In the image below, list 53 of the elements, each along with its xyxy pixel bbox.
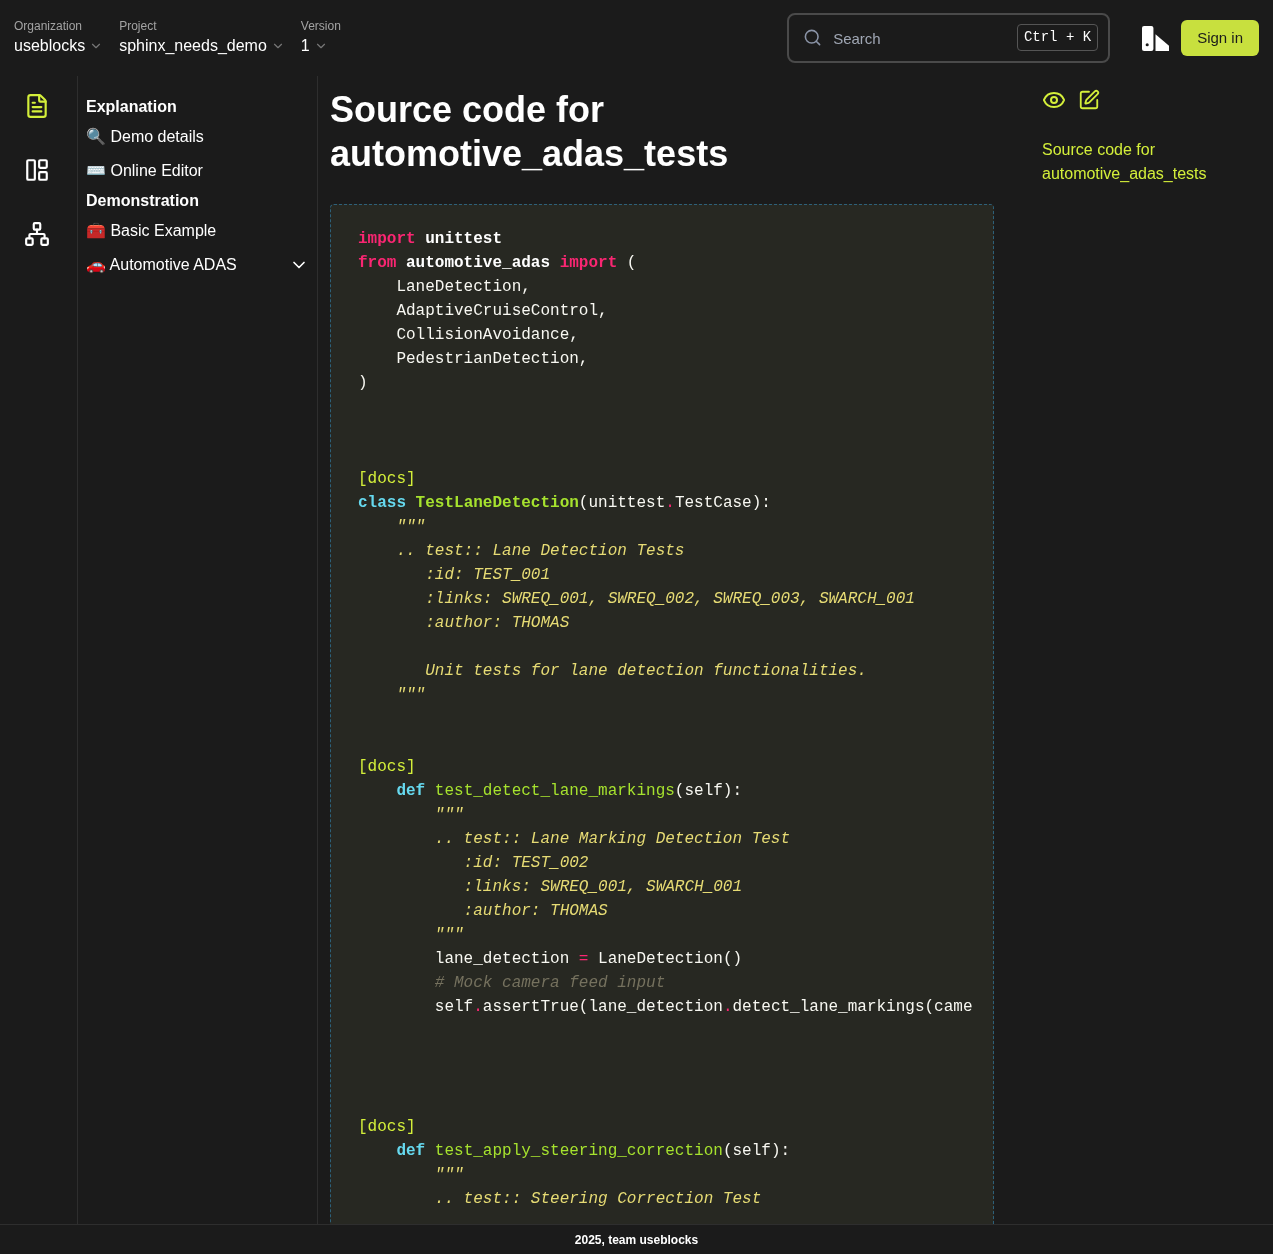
code-line: class TestLaneDetection(unittest.TestCase): (358, 494, 771, 512)
selector-dropdown[interactable]: sphinx_needs_demo (119, 34, 285, 58)
code-line: Unit tests for lane detection functionalities. (424, 662, 867, 680)
code-line: import unittest (358, 230, 503, 248)
code-line: ) (358, 374, 368, 392)
selector-label: Organization (14, 18, 84, 34)
code-line: """ (433, 806, 464, 824)
toc-link[interactable]: Source code for automotive_adas_tests (1042, 138, 1242, 186)
search-icon (803, 28, 823, 47)
selector-label: Project (119, 18, 158, 34)
code-line: :id: TEST_002 (462, 854, 589, 872)
nav-link[interactable]: 🔍 Demo details (86, 125, 204, 149)
code-line: PedestrianDetection, (395, 350, 589, 368)
footer-text: 2025, team useblocks (574, 1231, 699, 1249)
code-line: """ (395, 518, 426, 536)
nav-link[interactable]: 🧰 Basic Example (86, 219, 217, 243)
nav-link[interactable]: 🚗 Automotive ADAS (86, 253, 237, 277)
nav-link[interactable]: ⌨ Online Editor (86, 159, 203, 183)
code-line: self.assertTrue(lane_detection.detect_lane_markings(came (433, 998, 973, 1016)
docs-link[interactable]: [docs] (358, 758, 416, 776)
selector-dropdown[interactable]: 1 (300, 34, 341, 58)
code-line: """ (395, 686, 426, 704)
section-heading: Demonstration (86, 191, 199, 211)
selector-label: Version (300, 18, 341, 34)
code-line: .. test:: Steering Correction Test (433, 1190, 762, 1208)
code-line: AdaptiveCruiseControl, (395, 302, 608, 320)
edit-icon[interactable] (1078, 89, 1100, 111)
layout-icon[interactable] (23, 157, 50, 183)
code-line: CollisionAvoidance, (395, 326, 579, 344)
page-title: Source code for automotive_adas_tests (330, 88, 730, 176)
code-line: def test_apply_steering_correction(self): (395, 1142, 791, 1160)
code-line: :author: THOMAS (424, 614, 570, 632)
docs-link[interactable]: [docs] (358, 1118, 416, 1136)
code-line: lane_detection = LaneDetection() (433, 950, 743, 968)
code-line: .. test:: Lane Marking Detection Test (433, 830, 791, 848)
code-line: from automotive_adas import ( (358, 254, 637, 272)
hierarchy-icon[interactable] (23, 221, 50, 247)
code-line: :links: SWREQ_001, SWARCH_001 (462, 878, 743, 896)
code-line: def test_detect_lane_markings(self): (395, 782, 743, 800)
code-line: :id: TEST_001 (424, 566, 551, 584)
docs-link[interactable]: [docs] (358, 470, 416, 488)
code-line: .. test:: Lane Detection Tests (395, 542, 685, 560)
code-line: """ (433, 1166, 464, 1184)
shortcut-key: Ctrl + K (1016, 24, 1099, 51)
code-line: # Mock camera feed input (433, 974, 666, 992)
logo-icon (1142, 25, 1170, 51)
code-line: :links: SWREQ_001, SWREQ_002, SWREQ_003, SWARCH_001 (424, 590, 915, 608)
code-line: """ (433, 926, 464, 944)
section-heading: Explanation (86, 97, 177, 117)
selector-dropdown[interactable]: useblocks (14, 34, 104, 58)
code-line: LaneDetection, (395, 278, 531, 296)
code-line: :author: THOMAS (462, 902, 608, 920)
sign-in-button[interactable]: Sign in (1181, 20, 1259, 56)
